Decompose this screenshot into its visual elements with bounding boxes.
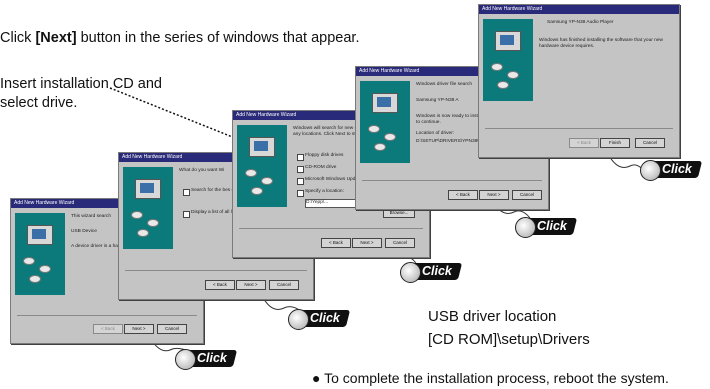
cd-disc-icon [400, 262, 421, 283]
cdrom-label: CD-ROM drive [305, 165, 337, 170]
search-option-radio[interactable] [183, 189, 190, 196]
click-label: Click [422, 264, 452, 278]
cancel-button[interactable]: Cancel [269, 280, 299, 290]
back-button[interactable]: < Back [93, 324, 123, 334]
next-button[interactable]: Next > [236, 280, 266, 290]
reboot-text: To complete the installation process, re… [324, 370, 669, 386]
cancel-button[interactable]: Cancel [385, 238, 415, 248]
usb-driver-location-path: [CD ROM]\setup\Drivers [428, 331, 590, 348]
back-button[interactable]: < Back [448, 190, 478, 200]
next-button[interactable]: Next > [124, 324, 154, 334]
cancel-button[interactable]: Cancel [157, 324, 187, 334]
floppy-label: Floppy disk drives [305, 153, 344, 158]
finish-button[interactable]: Finish [600, 138, 630, 148]
click-label: Click [310, 311, 340, 325]
back-button[interactable]: < Back [569, 138, 599, 148]
cd-disc-icon [515, 217, 536, 238]
next-button[interactable]: Next > [352, 238, 382, 248]
wizard-illustration [237, 125, 287, 207]
click-badge-1: Click [175, 349, 238, 370]
back-button[interactable]: < Back [205, 280, 235, 290]
click-badge-2: Click [288, 309, 351, 330]
specify-location-checkbox[interactable] [297, 190, 304, 197]
cd-disc-icon [175, 349, 196, 370]
click-badge-4: Click [515, 217, 578, 238]
wizard-illustration [360, 81, 410, 163]
click-badge-3: Click [400, 262, 463, 283]
click-label: Click [662, 162, 692, 176]
cd-disc-icon [640, 160, 661, 181]
wizard-illustration [15, 213, 65, 295]
click-label: Click [197, 351, 227, 365]
windows-update-checkbox[interactable] [297, 178, 304, 185]
wizard-text: Windows has finished installing the soft… [539, 38, 663, 49]
specify-location-label: Specify a location: [305, 189, 344, 194]
next-button[interactable]: Next > [479, 190, 509, 200]
cancel-button[interactable]: Cancel [512, 190, 542, 200]
wizard-illustration [123, 167, 173, 249]
reboot-note: ● To complete the installation process, … [312, 370, 669, 386]
click-label: Click [537, 219, 567, 233]
usb-driver-location-heading: USB driver location [428, 308, 557, 325]
floppy-checkbox[interactable] [297, 154, 304, 161]
device-name: Samsung YP-N38 Audio Player [547, 20, 614, 25]
back-button[interactable]: < Back [321, 238, 351, 248]
wizard-illustration [483, 19, 533, 101]
window-title: Add New Hardware Wizard [479, 5, 679, 14]
windows-update-label: Microsoft Windows Upd [305, 177, 356, 182]
cancel-button[interactable]: Cancel [635, 138, 665, 148]
display-list-radio[interactable] [183, 211, 190, 218]
wizard-window-5: Add New Hardware Wizard Samsung YP-N38 A… [478, 4, 680, 158]
cdrom-checkbox[interactable] [297, 166, 304, 173]
click-badge-5: Click [640, 160, 703, 181]
bullet-icon: ● [312, 370, 321, 386]
cd-disc-icon [288, 309, 309, 330]
